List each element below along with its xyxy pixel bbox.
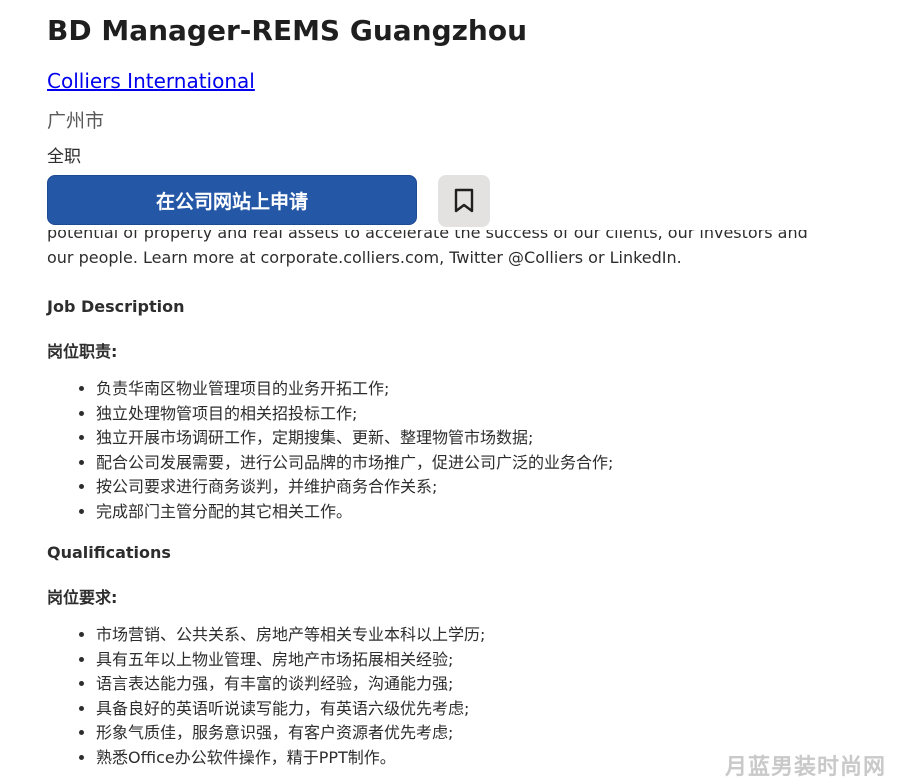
qualifications-heading: Qualifications — [47, 543, 171, 562]
requirements-list: 市场营销、公共关系、房地产等相关专业本科以上学历; 具有五年以上物业管理、房地产… — [47, 623, 485, 771]
list-item: 独立处理物管项目的相关招投标工作; — [96, 402, 613, 427]
responsibilities-heading: 岗位职责: — [47, 342, 118, 361]
job-title: BD Manager-REMS Guangzhou — [47, 14, 528, 47]
job-description-heading: Job Description — [47, 297, 185, 316]
bookmark-icon — [454, 188, 474, 213]
list-item: 语言表达能力强，有丰富的谈判经验，沟通能力强; — [96, 672, 485, 697]
site-watermark: 月蓝男装时尚网 — [724, 755, 886, 780]
list-item: 按公司要求进行商务谈判，并维护商务合作关系; — [96, 475, 613, 500]
job-location: 广州市 — [47, 110, 105, 132]
list-item: 负责华南区物业管理项目的业务开拓工作; — [96, 377, 613, 402]
job-type: 全职 — [47, 147, 81, 167]
save-job-button[interactable] — [438, 175, 490, 227]
requirements-heading: 岗位要求: — [47, 588, 118, 607]
list-item: 独立开展市场调研工作，定期搜集、更新、整理物管市场数据; — [96, 426, 613, 451]
list-item: 形象气质佳，服务意识强，有客户资源者优先考虑; — [96, 721, 485, 746]
company-link[interactable]: Colliers International — [47, 69, 255, 93]
list-item: 市场营销、公共关系、房地产等相关专业本科以上学历; — [96, 623, 485, 648]
list-item: 配合公司发展需要，进行公司品牌的市场推广，促进公司广泛的业务合作; — [96, 451, 613, 476]
list-item: 完成部门主管分配的其它相关工作。 — [96, 500, 613, 525]
list-item: 熟悉Office办公软件操作，精于PPT制作。 — [96, 746, 485, 771]
list-item: 具有五年以上物业管理、房地产市场拓展相关经验; — [96, 648, 485, 673]
apply-on-company-site-button[interactable]: 在公司网站上申请 — [47, 175, 417, 225]
company-intro-clip: potential of property and real assets to… — [47, 230, 837, 276]
responsibilities-list: 负责华南区物业管理项目的业务开拓工作; 独立处理物管项目的相关招投标工作; 独立… — [47, 377, 613, 525]
company-intro-text: potential of property and real assets to… — [47, 230, 808, 267]
list-item: 具备良好的英语听说读写能力，有英语六级优先考虑; — [96, 697, 485, 722]
